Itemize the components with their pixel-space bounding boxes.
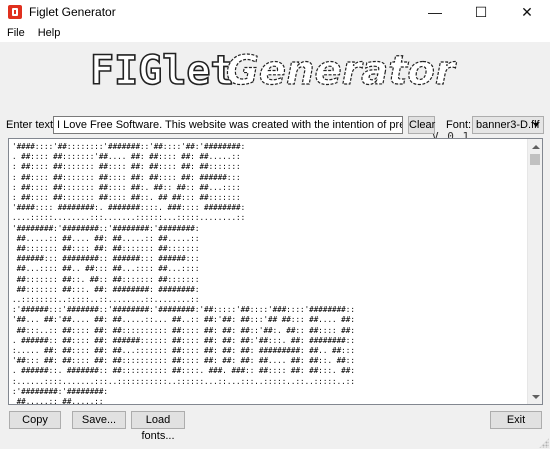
input-controls: Enter text: I Love Free Software. This w… — [0, 116, 550, 134]
minimize-button[interactable]: — — [412, 0, 458, 24]
menu-help[interactable]: Help — [31, 27, 67, 39]
enter-text-label: Enter text: — [6, 119, 57, 131]
scroll-thumb[interactable] — [530, 154, 540, 165]
font-label: Font: — [446, 119, 472, 131]
logo-figlet-text: FIGlet — [90, 48, 235, 94]
window-title: Figlet Generator — [29, 5, 116, 19]
clear-button[interactable]: Clear — [408, 116, 435, 134]
arrow-up-icon — [531, 144, 540, 149]
scroll-down-button[interactable] — [528, 389, 542, 404]
chevron-down-icon — [533, 123, 539, 127]
arrow-down-icon — [531, 394, 540, 399]
maximize-button[interactable]: ☐ — [458, 0, 504, 24]
logo-area: FIGlet Generator V 0.1 — [0, 42, 550, 143]
resize-grip[interactable] — [539, 438, 549, 448]
exit-button[interactable]: Exit — [490, 411, 542, 429]
text-input[interactable]: I Love Free Software. This website was c… — [53, 116, 403, 134]
menu-bar: File Help — [0, 24, 550, 42]
app-icon — [8, 5, 22, 19]
scroll-up-button[interactable] — [528, 139, 542, 154]
figlet-output-text: '####::::'##::::::::'#######::'##::::'##… — [12, 142, 355, 405]
window-controls: — ☐ ✕ — [412, 0, 550, 24]
copy-button[interactable]: Copy — [9, 411, 61, 429]
menu-file[interactable]: File — [0, 27, 31, 39]
vertical-scrollbar[interactable] — [527, 139, 542, 404]
close-button[interactable]: ✕ — [504, 0, 550, 24]
output-textarea[interactable]: '####::::'##::::::::'#######::'##::::'##… — [8, 138, 543, 405]
font-select-value: banner3-D.flf — [476, 119, 540, 131]
load-fonts-button[interactable]: Load fonts... — [131, 411, 185, 442]
logo-generator-text: Generator — [226, 48, 457, 94]
save-button[interactable]: Save... — [72, 411, 126, 429]
bottom-button-bar: Copy Save... Load fonts... Exit — [0, 411, 550, 442]
figlet-generator-logo: FIGlet Generator — [89, 48, 457, 95]
font-select[interactable]: banner3-D.flf — [472, 116, 544, 134]
title-bar: Figlet Generator — ☐ ✕ — [0, 0, 550, 24]
